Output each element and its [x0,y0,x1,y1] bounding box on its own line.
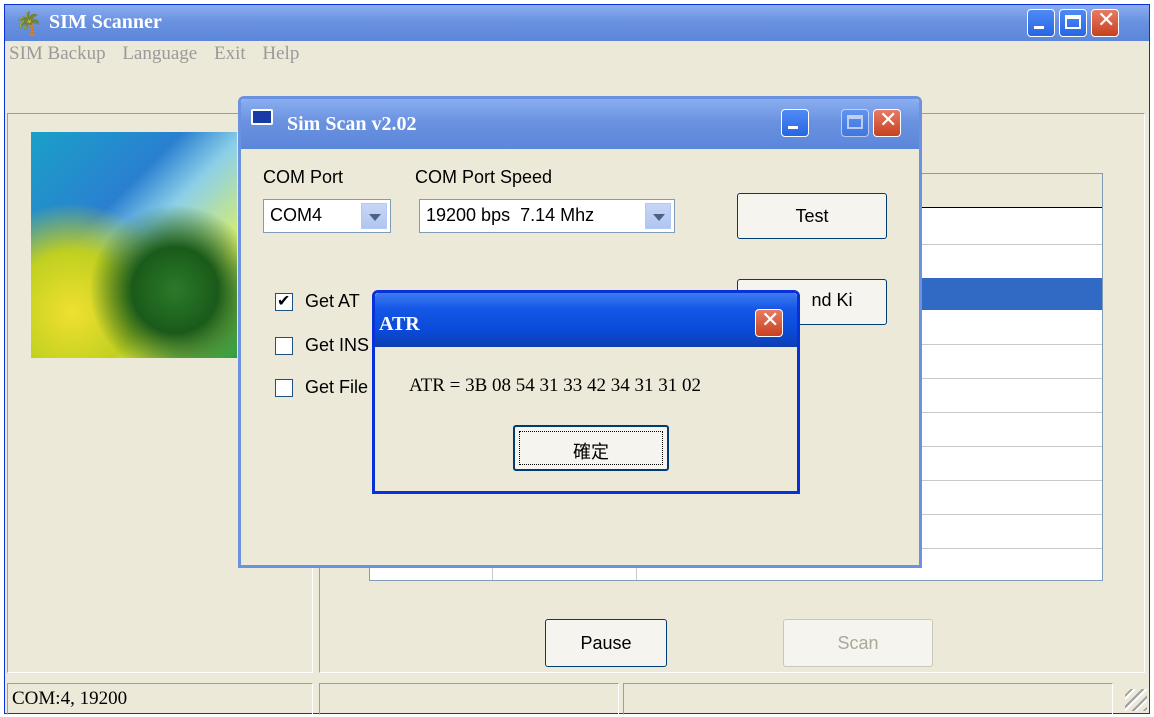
com-port-label: COM Port [263,167,344,187]
test-button[interactable]: Test [737,193,887,239]
get-atr-checkbox[interactable] [275,291,293,311]
minimize-icon [788,126,798,129]
resize-grip-icon[interactable] [1125,689,1147,711]
atr-dialog: ATR ✕ ATR = 3B 08 54 31 33 42 34 31 31 0… [372,290,800,494]
main-title: SIM Scanner [49,11,162,33]
minimize-icon [1034,26,1044,29]
menu-exit[interactable]: Exit [214,43,246,64]
close-icon: ✕ [761,308,780,333]
sim-scan-title: Sim Scan v2.02 [287,113,417,135]
satellite-dish-image [31,132,237,358]
atr-close-button[interactable]: ✕ [755,308,783,337]
maximize-button[interactable] [1059,9,1087,37]
maximize-icon [847,115,863,129]
ok-button-focus: 確定 [519,431,663,465]
get-file-label: Get File [305,377,369,397]
sim-scan-titlebar[interactable]: Sim Scan v2.02 ✕ [241,99,919,149]
sim-scan-maximize-button[interactable] [841,109,869,137]
com-speed-select[interactable]: 19200 bps 7.14 Mhz [419,199,675,233]
ok-button-label: 確定 [573,442,609,463]
com-port-select[interactable]: COM4 [263,199,391,233]
get-ins-checkbox[interactable] [275,337,293,355]
menu-bar: SIM Backup Language Exit Help [9,43,311,73]
com-speed-label: COM Port Speed [415,167,553,187]
chevron-down-icon[interactable] [361,203,387,229]
ok-button[interactable]: 確定 [513,425,669,471]
menu-sim-backup[interactable]: SIM Backup [9,43,106,64]
minimize-button[interactable] [1027,9,1055,37]
menu-language[interactable]: Language [122,43,197,64]
status-pane-3 [623,683,1113,715]
status-pane-2 [319,683,619,715]
sim-scan-minimize-button[interactable] [781,109,809,137]
find-ki-label: nd Ki [811,290,853,310]
sim-scan-close-button[interactable]: ✕ [873,108,901,137]
maximize-icon [1065,15,1081,29]
close-icon: ✕ [879,108,898,133]
pause-button[interactable]: Pause [545,619,667,667]
chevron-down-icon[interactable] [645,203,671,229]
get-ins-label: Get INS [305,335,370,355]
close-button[interactable]: ✕ [1091,8,1119,37]
app-icon: 🌴 [15,11,43,36]
close-icon: ✕ [1097,8,1116,33]
com-port-value: COM4 [270,205,323,225]
get-file-checkbox[interactable] [275,379,293,397]
com-speed-value: 19200 bps 7.14 Mhz [426,205,595,225]
atr-message: ATR = 3B 08 54 31 33 42 34 31 31 02 [409,375,702,396]
sim-card-icon [251,109,273,125]
menu-help[interactable]: Help [262,43,299,64]
get-atr-label: Get AT [305,291,360,311]
scan-button[interactable]: Scan [783,619,933,667]
atr-titlebar[interactable]: ATR ✕ [375,293,797,347]
status-port: COM:4, 19200 [7,683,313,715]
main-titlebar[interactable]: 🌴 SIM Scanner ✕ [5,5,1149,41]
atr-title: ATR [379,313,420,335]
